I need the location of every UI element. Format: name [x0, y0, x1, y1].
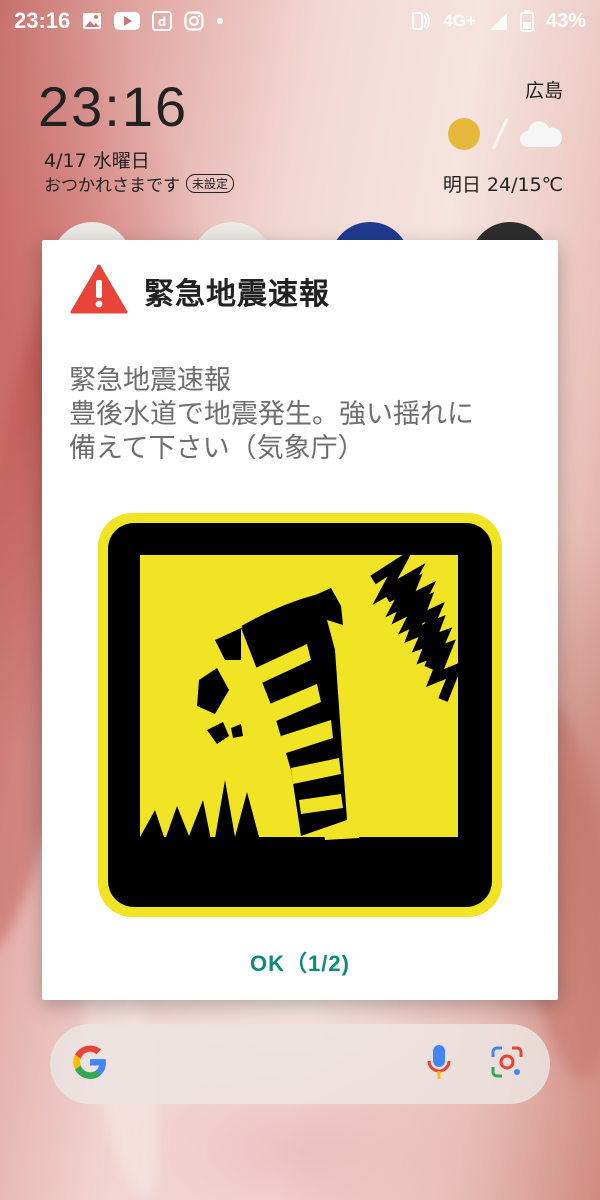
- earthquake-pictogram: [95, 510, 505, 924]
- google-g-icon[interactable]: [70, 1042, 110, 1086]
- mic-icon[interactable]: [426, 1043, 452, 1085]
- dialog-header: 緊急地震速報: [70, 264, 330, 318]
- dialog-title: 緊急地震速報: [144, 277, 330, 312]
- lens-icon[interactable]: [490, 1045, 524, 1083]
- google-search-bar[interactable]: [50, 1024, 550, 1104]
- alert-message-line: 豊後水道で地震発生。強い揺れに: [69, 399, 474, 430]
- alert-message-line: 備えて下さい（気象庁）: [69, 433, 365, 464]
- warning-icon: [70, 264, 128, 318]
- alert-message: 緊急地震速報 豊後水道で地震発生。強い揺れに 備えて下さい（気象庁）: [69, 364, 539, 466]
- emergency-alert-dialog: 緊急地震速報 緊急地震速報 豊後水道で地震発生。強い揺れに 備えて下さい（気象庁…: [42, 240, 558, 1000]
- ok-button[interactable]: OK（1/2): [212, 940, 388, 984]
- alert-message-line: 緊急地震速報: [69, 365, 231, 396]
